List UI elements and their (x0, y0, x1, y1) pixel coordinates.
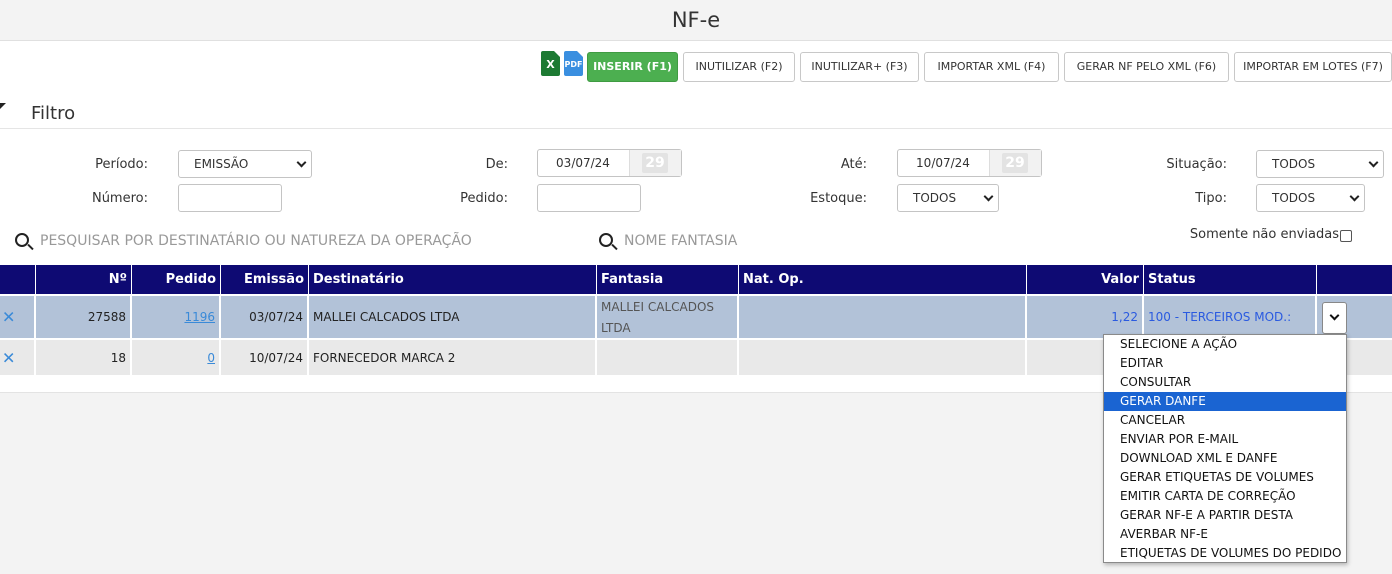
emissao-cell: 10/07/24 (249, 350, 303, 365)
numero-cell: 27588 (87, 310, 126, 324)
row-action-select[interactable] (1322, 302, 1347, 334)
situacao-select[interactable]: TODOS (1256, 150, 1384, 178)
chevron-down-icon (296, 157, 307, 168)
menu-item-averbar[interactable]: AVERBAR NF-E (1104, 525, 1346, 544)
menu-item-selecione[interactable]: SELECIONE A AÇÃO (1104, 335, 1346, 354)
chevron-down-icon (983, 191, 994, 202)
gerar-nf-xml-button[interactable]: GERAR NF PELO XML (F6) (1064, 52, 1229, 82)
filter-divider (0, 128, 1392, 129)
column-numero[interactable]: Nº (36, 265, 132, 294)
numero-cell: 18 (110, 350, 126, 365)
estoque-select[interactable]: TODOS (897, 184, 999, 212)
menu-item-download-xml[interactable]: DOWNLOAD XML E DANFE (1104, 449, 1346, 468)
pedido-input[interactable] (537, 184, 641, 212)
status-cell[interactable]: 100 - TERCEIROS MOD.: (1148, 310, 1291, 324)
de-label: De: (485, 157, 508, 172)
menu-item-gerar-danfe[interactable]: GERAR DANFE (1104, 392, 1346, 411)
search-icon (599, 233, 613, 247)
column-pedido[interactable]: Pedido (132, 265, 221, 294)
somente-nao-enviadas-label: Somente não enviadas (1189, 227, 1339, 242)
filter-title: Filtro (31, 103, 76, 124)
table-header: Nº Pedido Emissão Destinatário Fantasia … (0, 265, 1392, 294)
menu-item-gerar-nfe-desta[interactable]: GERAR NF-E A PARTIR DESTA (1104, 506, 1346, 525)
menu-item-enviar-email[interactable]: ENVIAR POR E-MAIL (1104, 430, 1346, 449)
collapse-arrow-icon[interactable] (0, 103, 6, 109)
menu-item-cancelar[interactable]: CANCELAR (1104, 411, 1346, 430)
numero-input[interactable] (178, 184, 282, 212)
destinatario-cell: FORNECEDOR MARCA 2 (313, 350, 456, 365)
menu-item-editar[interactable]: EDITAR (1104, 354, 1346, 373)
importar-xml-button[interactable]: IMPORTAR XML (F4) (924, 52, 1059, 82)
valor-cell: 1,22 (1111, 310, 1138, 324)
tipo-select[interactable]: TODOS (1256, 184, 1365, 212)
calendar-icon[interactable]: 29 (629, 150, 681, 176)
numero-label: Número: (91, 191, 148, 206)
de-date-field[interactable]: 03/07/24 29 (537, 149, 682, 177)
pedido-label: Pedido: (460, 191, 508, 206)
estoque-label: Estoque: (810, 191, 867, 206)
header-bar: NF-e (0, 0, 1392, 41)
delete-icon[interactable]: ✕ (2, 308, 15, 327)
ate-date-field[interactable]: 10/07/24 29 (897, 149, 1042, 177)
column-destinatario[interactable]: Destinatário (309, 265, 597, 294)
actions-dropdown: SELECIONE A AÇÃO EDITAR CONSULTAR GERAR … (1103, 334, 1347, 563)
tipo-label: Tipo: (1195, 191, 1227, 206)
toolbar: X PDF INSERIR (F1) INUTILIZAR (F2) INUTI… (0, 51, 1392, 83)
search-icon (15, 233, 29, 247)
menu-item-etiquetas-pedido[interactable]: ETIQUETAS DE VOLUMES DO PEDIDO (1104, 544, 1346, 563)
menu-item-gerar-etiquetas[interactable]: GERAR ETIQUETAS DE VOLUMES (1104, 468, 1346, 487)
ate-label: Até: (840, 157, 867, 172)
calendar-icon[interactable]: 29 (989, 150, 1041, 176)
chevron-down-icon (1368, 157, 1379, 168)
search-input[interactable]: PESQUISAR POR DESTINATÁRIO OU NATUREZA D… (40, 233, 472, 249)
column-fantasia[interactable]: Fantasia (597, 265, 739, 294)
excel-export-icon[interactable]: X (541, 51, 560, 76)
periodo-select[interactable]: EMISSÃO (178, 150, 312, 178)
fantasia-search-input[interactable]: NOME FANTASIA (624, 233, 737, 249)
page-title: NF-e (671, 8, 721, 32)
somente-nao-enviadas-checkbox[interactable] (1340, 230, 1352, 242)
menu-item-carta-correcao[interactable]: EMITIR CARTA DE CORREÇÃO (1104, 487, 1346, 506)
pdf-export-icon[interactable]: PDF (564, 51, 583, 76)
fantasia-cell: MALLEI CALCADOS (601, 300, 715, 314)
pedido-link[interactable]: 1196 (184, 310, 215, 324)
destinatario-cell: MALLEI CALCADOS LTDA (313, 310, 460, 324)
inutilizar-button[interactable]: INUTILIZAR (F2) (683, 52, 795, 82)
pedido-link[interactable]: 0 (207, 351, 215, 365)
column-nat-op[interactable]: Nat. Op. (739, 265, 1027, 294)
situacao-label: Situação: (1166, 157, 1227, 172)
delete-icon[interactable]: ✕ (2, 348, 15, 367)
column-status[interactable]: Status (1144, 265, 1317, 294)
importar-lotes-button[interactable]: IMPORTAR EM LOTES (F7) (1234, 52, 1392, 82)
inutilizar-plus-button[interactable]: INUTILIZAR+ (F3) (800, 52, 919, 82)
emissao-cell: 03/07/24 (249, 310, 303, 324)
column-valor[interactable]: Valor (1027, 265, 1144, 294)
table-row[interactable]: ✕ 27588 1196 03/07/24 MALLEI CALCADOS LT… (0, 296, 1392, 338)
fantasia-cell-line2: LTDA (601, 321, 631, 335)
chevron-down-icon (1329, 310, 1340, 321)
column-emissao[interactable]: Emissão (221, 265, 309, 294)
periodo-label: Período: (95, 157, 148, 172)
menu-item-consultar[interactable]: CONSULTAR (1104, 373, 1346, 392)
chevron-down-icon (1349, 191, 1360, 202)
inserir-button[interactable]: INSERIR (F1) (587, 52, 678, 82)
